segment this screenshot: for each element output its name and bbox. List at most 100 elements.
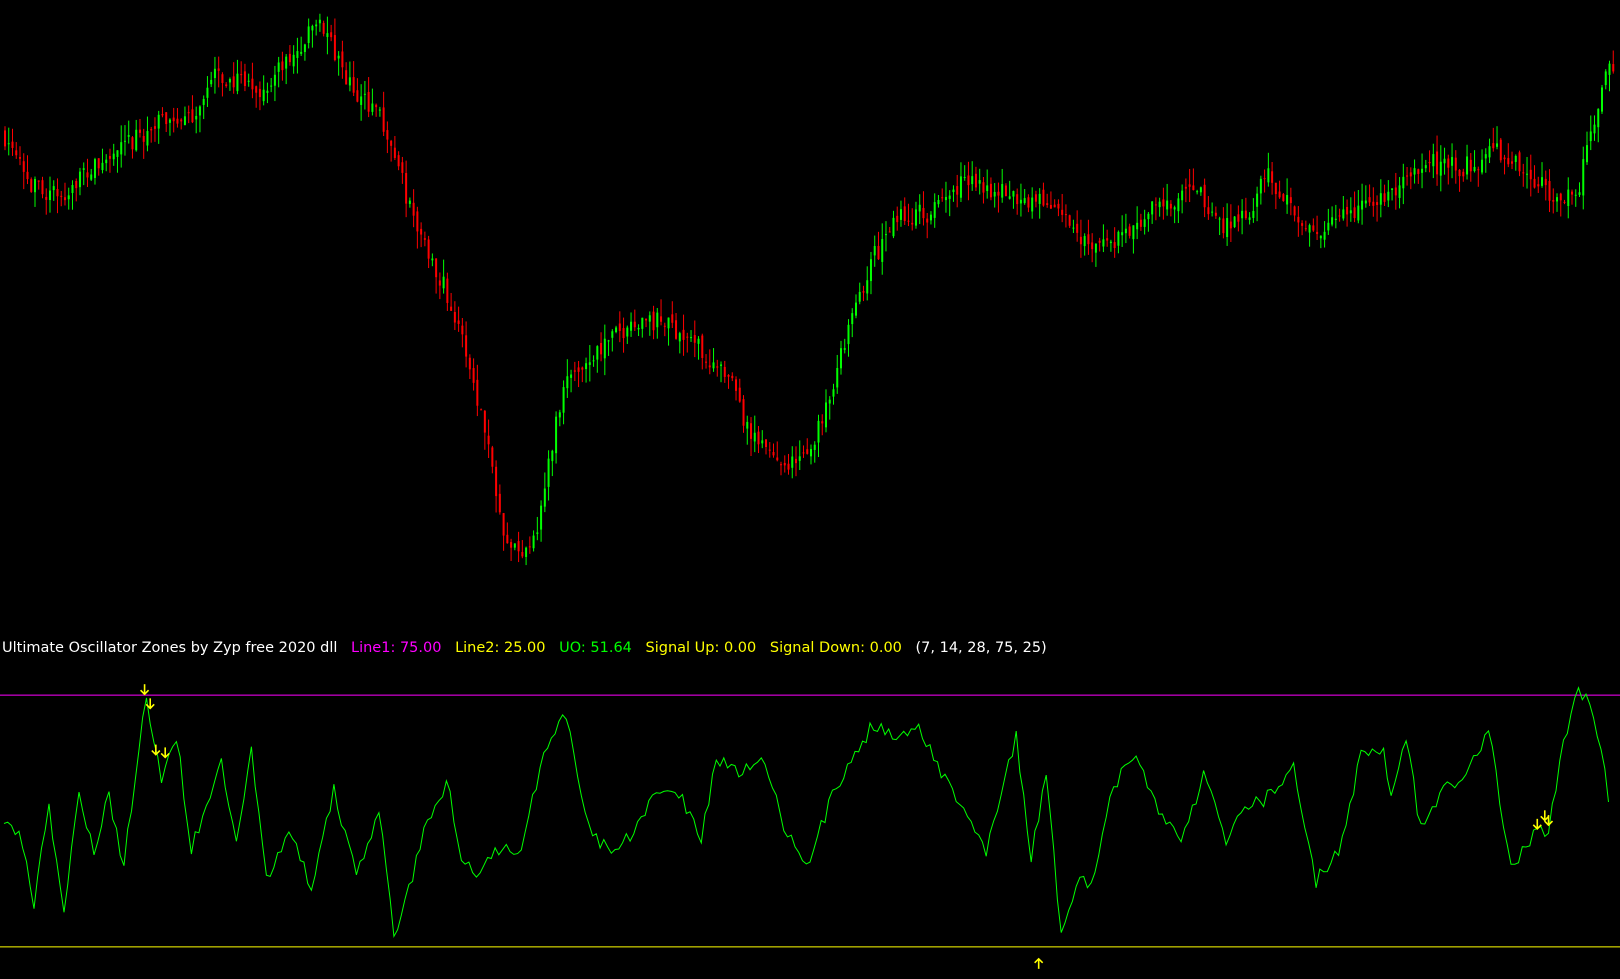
candle-body	[397, 155, 400, 167]
candle-body	[266, 90, 269, 93]
candle	[967, 161, 970, 201]
candle-body	[120, 142, 123, 155]
candle-body	[806, 449, 809, 454]
candle	[427, 235, 430, 269]
candle-body	[195, 115, 198, 120]
candle-body	[1184, 186, 1187, 189]
candle-body	[1304, 228, 1307, 230]
candle	[720, 361, 723, 383]
candle	[393, 136, 396, 161]
candle-body	[701, 335, 704, 358]
candle	[581, 366, 584, 383]
signal-down-value: Signal Down: 0.00	[769, 640, 902, 656]
candle	[731, 372, 734, 382]
candle-body	[555, 416, 558, 454]
candle-body	[907, 220, 910, 222]
candle	[558, 409, 561, 427]
candle-body	[510, 542, 513, 548]
candle-body	[1563, 201, 1566, 203]
candle-body	[851, 313, 854, 325]
candle	[1286, 178, 1289, 214]
candle-body	[1597, 108, 1600, 128]
candle-body	[131, 137, 134, 150]
candle	[1068, 214, 1071, 228]
candle	[1046, 193, 1049, 208]
candle-body	[1541, 177, 1544, 186]
candle	[277, 56, 280, 88]
candle-body	[922, 207, 925, 219]
candle-body	[1447, 158, 1450, 168]
candle	[1259, 175, 1262, 205]
candle-body	[251, 78, 254, 90]
candle	[468, 354, 471, 379]
candle-body	[1263, 178, 1266, 180]
candle	[285, 54, 288, 85]
price-chart-pane[interactable]	[0, 0, 1620, 612]
candle	[330, 24, 333, 42]
candle	[1124, 213, 1127, 244]
candle-body	[607, 340, 610, 342]
candle	[56, 178, 59, 214]
candle	[1053, 199, 1056, 208]
candle	[630, 312, 633, 337]
candle-body	[540, 505, 543, 530]
candle	[1061, 193, 1064, 223]
candle	[360, 84, 363, 121]
candle	[236, 59, 239, 95]
oscillator-pane[interactable]	[0, 660, 1620, 979]
candle	[1608, 60, 1611, 92]
candle	[1578, 182, 1581, 198]
candle-body	[1289, 197, 1292, 204]
candle-body	[480, 409, 483, 411]
line2-value: Line2: 25.00	[455, 640, 546, 656]
candle-body	[1571, 191, 1574, 195]
candle	[914, 201, 917, 229]
candle-body	[600, 342, 603, 355]
candle	[1289, 187, 1292, 216]
candle-body	[765, 439, 768, 448]
candle-body	[693, 335, 696, 343]
candle	[221, 72, 224, 97]
candle-body	[1342, 209, 1345, 219]
candle-body	[431, 258, 434, 261]
candle-body	[1267, 168, 1270, 183]
candle	[937, 195, 940, 208]
candle	[1072, 219, 1075, 234]
candle-body	[1226, 217, 1229, 237]
candle	[307, 18, 310, 49]
candle-body	[847, 324, 850, 345]
candle-body	[723, 366, 726, 377]
candle-body	[18, 157, 21, 159]
candle	[877, 231, 880, 260]
candle-body	[281, 61, 284, 71]
candle	[753, 415, 756, 453]
candle-body	[1556, 197, 1559, 202]
candle-body	[1237, 214, 1240, 222]
candle-body	[60, 195, 63, 197]
candle	[7, 127, 10, 156]
candle-body	[67, 195, 70, 200]
candle	[603, 324, 606, 376]
candle-body	[45, 196, 48, 200]
candle-body	[1511, 161, 1514, 164]
candle	[450, 292, 453, 311]
candle	[1094, 243, 1097, 267]
candle-body	[588, 362, 591, 365]
candle	[191, 95, 194, 124]
candle-body	[1124, 228, 1127, 234]
candle-body	[165, 112, 168, 125]
candle-body	[1248, 217, 1251, 220]
candle	[315, 19, 318, 36]
candle	[165, 112, 168, 133]
indicator-params: (7, 14, 28, 75, 25)	[915, 640, 1047, 656]
candle-body	[333, 35, 336, 61]
candle-body	[56, 189, 59, 197]
candle-body	[318, 19, 321, 24]
candle-body	[180, 119, 183, 122]
candle	[746, 415, 749, 445]
candle-body	[1113, 242, 1116, 248]
candle	[513, 543, 516, 551]
candle-body	[1481, 159, 1484, 173]
candle	[67, 187, 70, 210]
candle	[1454, 150, 1457, 184]
